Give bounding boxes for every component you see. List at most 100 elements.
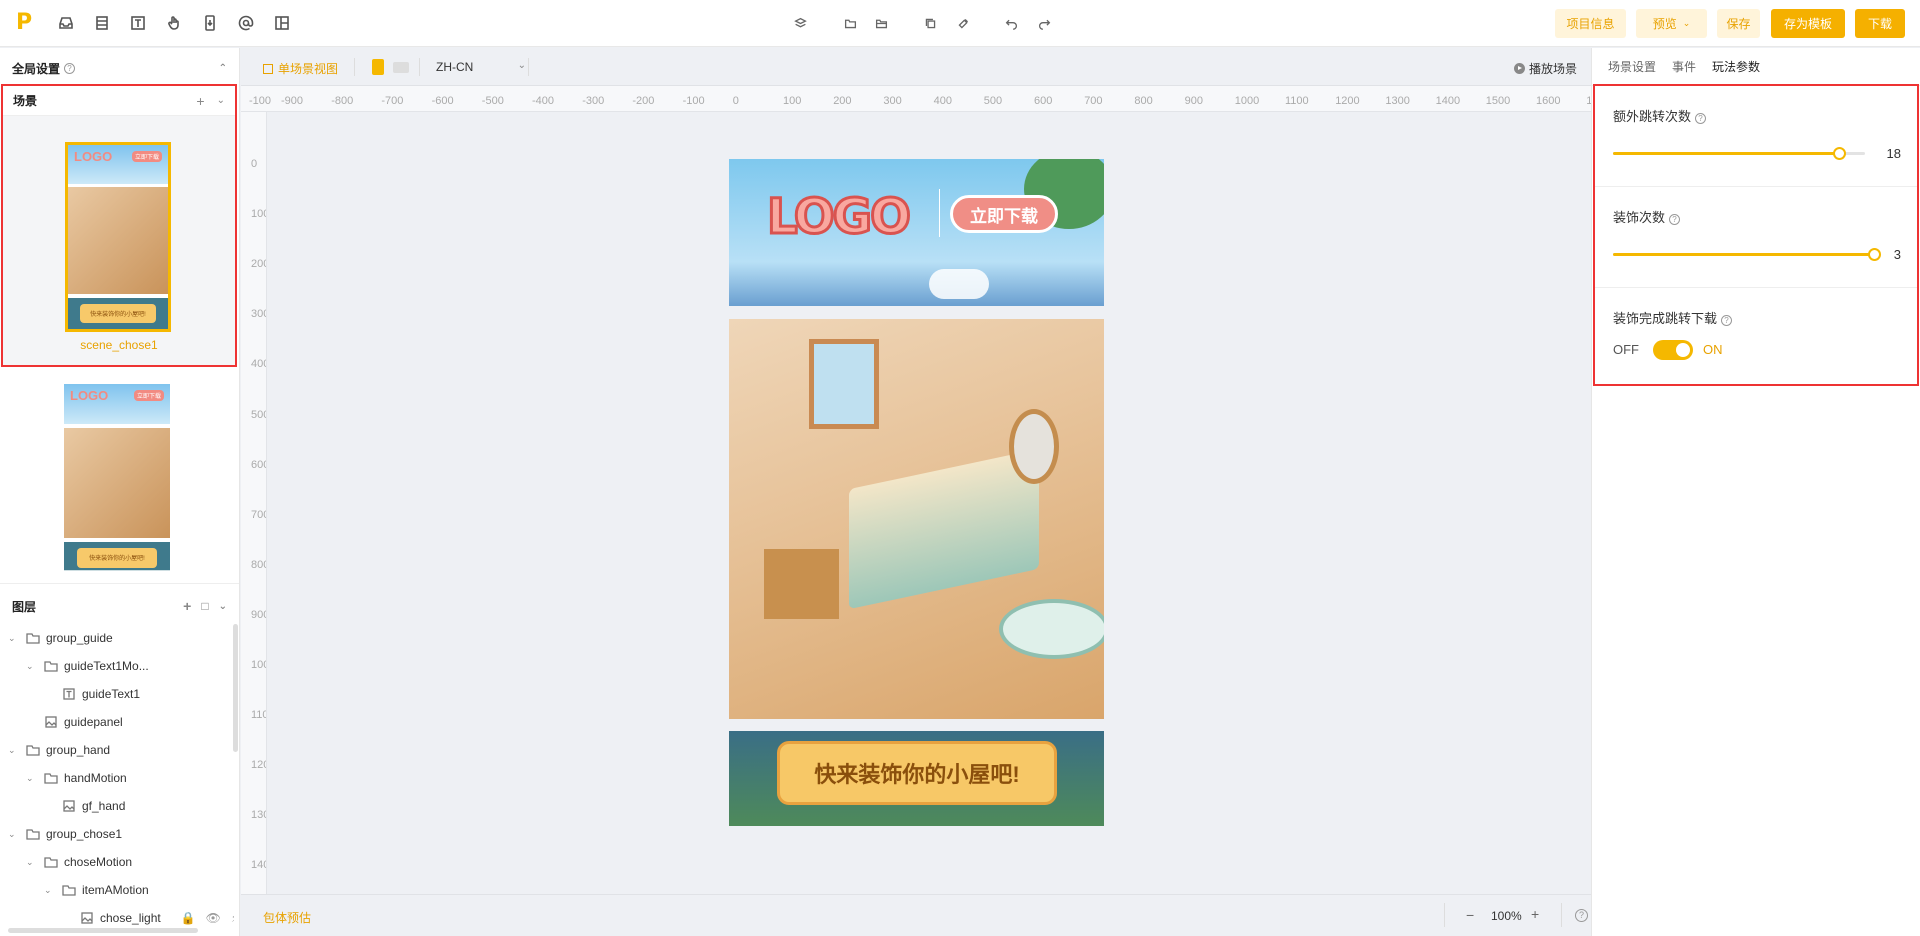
help-icon[interactable]: ? bbox=[64, 62, 76, 74]
folder-open-icon[interactable] bbox=[871, 13, 891, 33]
extra-jumps-slider[interactable] bbox=[1613, 147, 1865, 160]
bolt-icon[interactable]: ⚡ bbox=[231, 911, 234, 925]
layout-icon[interactable] bbox=[92, 13, 112, 33]
help-icon[interactable]: ? bbox=[1721, 315, 1733, 326]
canvas-banner-text[interactable]: 快来装饰你的小屋吧! bbox=[777, 741, 1057, 805]
decoration-count-slider[interactable] bbox=[1613, 248, 1881, 261]
layer-item[interactable]: ⌄ choseMotion bbox=[0, 848, 132, 876]
global-settings-header[interactable]: 全局设置 ? ⌃ bbox=[0, 48, 239, 88]
layer-item[interactable]: gf_hand bbox=[0, 792, 125, 820]
save-button[interactable]: 保存 bbox=[1717, 9, 1760, 38]
single-scene-view-toggle[interactable]: 单场景视图 bbox=[263, 60, 338, 77]
chevron-down-icon[interactable]: ⌄ bbox=[8, 633, 18, 643]
save-as-template-button[interactable]: 存为模板 bbox=[1771, 9, 1845, 38]
layer-item[interactable]: ⌄ group_hand bbox=[0, 736, 110, 764]
grid-icon[interactable] bbox=[272, 13, 292, 33]
ruler-tick-label: 300 bbox=[883, 95, 902, 107]
chevron-down-icon[interactable]: ⌄ bbox=[219, 601, 227, 612]
undo-icon[interactable] bbox=[1001, 13, 1021, 33]
project-info-button[interactable]: 项目信息 bbox=[1555, 9, 1626, 38]
layers-icon[interactable] bbox=[790, 13, 810, 33]
copy-icon[interactable] bbox=[920, 13, 940, 33]
layers-divider bbox=[0, 583, 239, 584]
hand-icon[interactable] bbox=[164, 13, 184, 33]
help-icon[interactable]: ? bbox=[1575, 909, 1588, 922]
chevron-down-icon[interactable]: ⌄ bbox=[44, 885, 54, 895]
text-icon[interactable] bbox=[128, 13, 148, 33]
param-jump-download: 装饰完成跳转下载? OFF ON bbox=[1595, 288, 1917, 384]
ruler-tick-label: 900 bbox=[1184, 95, 1203, 107]
divider bbox=[528, 58, 529, 76]
tab-events[interactable]: 事件 bbox=[1672, 48, 1696, 86]
mobile-download-icon[interactable] bbox=[200, 13, 220, 33]
layer-scrollbar[interactable] bbox=[233, 624, 238, 752]
folder-icon[interactable] bbox=[840, 13, 860, 33]
param-label: 额外跳转次数? bbox=[1613, 106, 1707, 125]
jump-download-toggle[interactable] bbox=[1653, 340, 1693, 360]
layers-title: 图层 bbox=[12, 599, 37, 614]
paint-icon[interactable] bbox=[953, 13, 973, 33]
zoom-level: 100% bbox=[1491, 909, 1522, 923]
landscape-orientation-button[interactable] bbox=[393, 62, 409, 73]
scene-1-name[interactable]: scene_chose1 bbox=[3, 338, 235, 352]
canvas-logo[interactable]: LOGO bbox=[766, 188, 913, 247]
frame-icon bbox=[263, 63, 273, 74]
tab-gameplay-params[interactable]: 玩法参数 bbox=[1712, 48, 1761, 86]
zoom-in-icon[interactable]: + bbox=[1531, 906, 1539, 922]
chevron-up-icon[interactable]: ⌃ bbox=[219, 63, 227, 74]
scene-thumbnail-1[interactable]: LOGO 立即下载 快来装饰你的小屋吧! bbox=[65, 142, 171, 332]
layer-item[interactable]: ⌄ group_chose1 bbox=[0, 820, 122, 848]
add-scene-icon[interactable]: + bbox=[196, 93, 204, 109]
chevron-down-icon[interactable]: ⌄ bbox=[8, 829, 18, 839]
language-select[interactable]: ZH-CN ⌄ bbox=[436, 60, 526, 74]
canvas-bottom-banner[interactable]: 快来装饰你的小屋吧! bbox=[729, 731, 1104, 826]
package-estimate-link[interactable]: 包体预估 bbox=[263, 909, 311, 926]
chevron-down-icon[interactable]: ⌄ bbox=[26, 773, 36, 783]
scene-canvas[interactable]: LOGO 立即下载 快来装饰你的小屋吧! bbox=[729, 159, 1104, 826]
canvas-room-image[interactable] bbox=[729, 319, 1104, 719]
slider-handle[interactable] bbox=[1832, 147, 1846, 160]
ruler-tick-label: 600 bbox=[251, 458, 266, 471]
lock-icon[interactable]: 🔒 bbox=[181, 911, 196, 925]
layer-label: group_guide bbox=[46, 631, 113, 645]
divider bbox=[1444, 903, 1445, 927]
chevron-down-icon[interactable]: ⌄ bbox=[26, 857, 36, 867]
chevron-down-icon[interactable]: ⌄ bbox=[26, 661, 36, 671]
help-icon[interactable]: ? bbox=[1695, 113, 1707, 124]
folder-add-icon[interactable]: □ bbox=[201, 599, 208, 613]
tab-scene-settings[interactable]: 场景设置 bbox=[1608, 48, 1656, 86]
portrait-orientation-button[interactable] bbox=[372, 59, 384, 75]
preview-button[interactable]: 预览 ⌄ bbox=[1636, 9, 1707, 38]
slider-handle[interactable] bbox=[1868, 248, 1881, 261]
ruler-tick-label: 1200 bbox=[251, 759, 266, 772]
redo-icon[interactable] bbox=[1034, 13, 1054, 33]
scene-thumbnail-2[interactable]: LOGO 立即下载 快来装饰你的小屋吧! bbox=[64, 384, 170, 571]
layer-item[interactable]: guideText1 bbox=[0, 680, 140, 708]
download-button[interactable]: 下载 bbox=[1855, 9, 1905, 38]
layer-item[interactable]: ⌄ group_guide bbox=[0, 624, 113, 652]
divider bbox=[419, 58, 420, 76]
thumb-banner: 快来装饰你的小屋吧! bbox=[80, 303, 156, 323]
inbox-icon[interactable] bbox=[56, 13, 76, 33]
layer-hscrollbar[interactable] bbox=[8, 928, 198, 933]
play-scene-button[interactable]: 播放场景 bbox=[1513, 60, 1577, 77]
chevron-down-icon[interactable]: ⌄ bbox=[217, 95, 225, 106]
ruler-tick-label: 200 bbox=[833, 95, 852, 107]
canvas-download-button[interactable]: 立即下载 bbox=[950, 195, 1058, 233]
chevron-down-icon[interactable]: ⌄ bbox=[8, 745, 18, 755]
add-layer-icon[interactable]: + bbox=[183, 598, 191, 614]
folder-icon bbox=[44, 857, 58, 868]
eye-icon[interactable]: 👁 bbox=[206, 911, 221, 925]
at-icon[interactable] bbox=[236, 13, 256, 33]
layers-header: 图层 + □ ⌄ bbox=[0, 586, 239, 626]
layer-item[interactable]: ⌄ itemAMotion bbox=[0, 876, 149, 904]
layer-item[interactable]: guidepanel bbox=[0, 708, 123, 736]
layer-item[interactable]: ⌄ guideText1Mo... bbox=[0, 652, 149, 680]
help-icon[interactable]: ? bbox=[1669, 214, 1681, 225]
canvas-header-banner[interactable]: LOGO 立即下载 bbox=[729, 159, 1104, 306]
global-settings-title: 全局设置 bbox=[12, 61, 61, 76]
layer-item[interactable]: ⌄ handMotion bbox=[0, 764, 127, 792]
canvas-header: 单场景视图 ZH-CN ⌄ 播放场景 bbox=[241, 48, 1591, 86]
zoom-out-icon[interactable]: − bbox=[1466, 907, 1474, 923]
